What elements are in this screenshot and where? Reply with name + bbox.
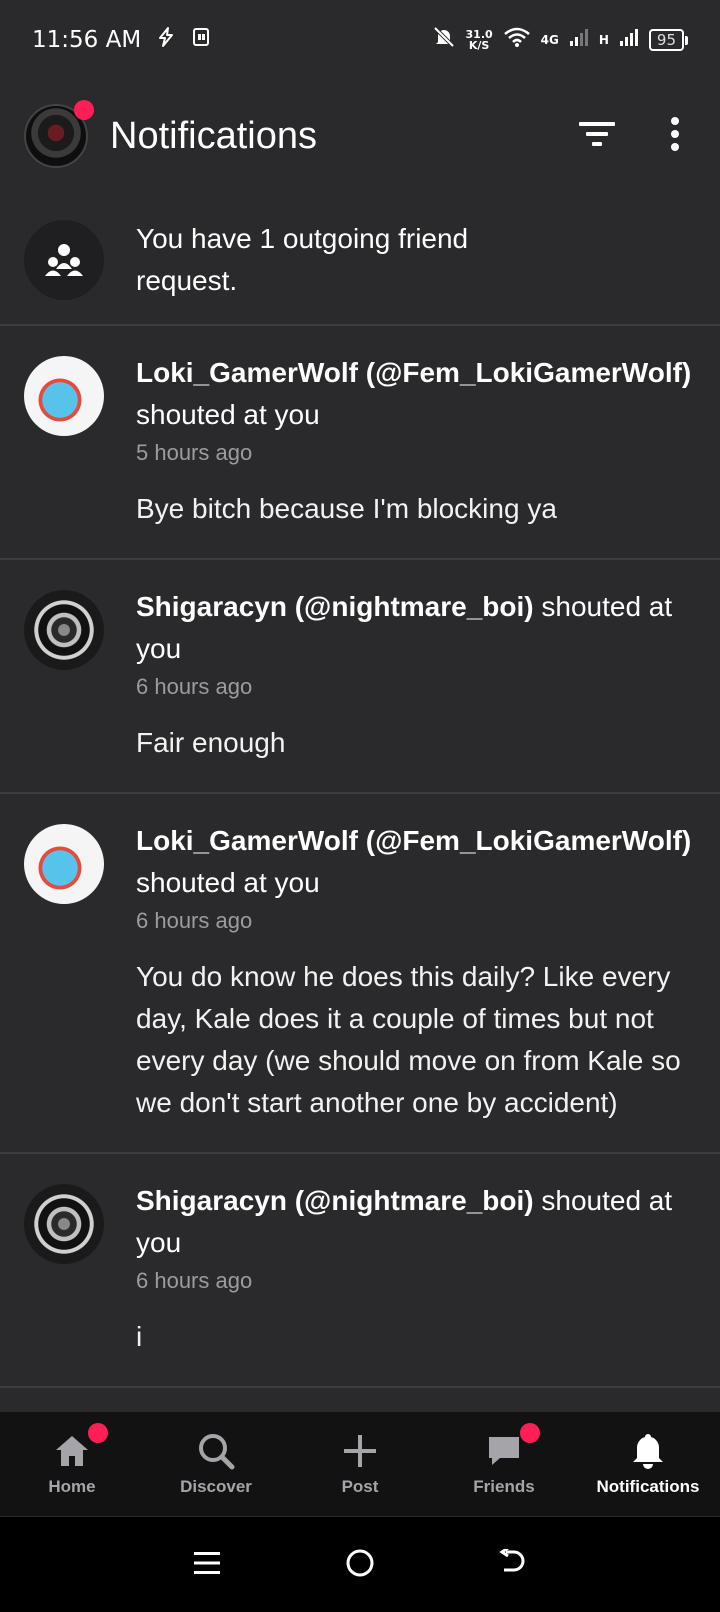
mute-bell-icon <box>432 25 456 55</box>
notification-time: 5 hours ago <box>136 440 253 465</box>
system-nav-bar <box>0 1516 720 1612</box>
home-notification-dot <box>88 1423 108 1443</box>
bottom-nav: Home Discover Post Friends Notifications <box>0 1412 720 1516</box>
notification-message: i <box>136 1321 143 1352</box>
net-speed-unit: K/S <box>468 39 490 52</box>
notification-item[interactable]: Loki_GamerWolf (@Fem_LokiGamerWolf) shou… <box>0 794 720 1154</box>
profile-notification-dot <box>74 100 94 120</box>
nav-home-label: Home <box>48 1477 96 1496</box>
back-icon[interactable] <box>498 1546 528 1581</box>
friends-notification-dot <box>520 1423 540 1443</box>
network-h-label: H <box>598 33 609 47</box>
wifi-icon <box>503 26 531 54</box>
notification-user[interactable]: Shigaracyn (@nightmare_boi) <box>136 1185 534 1216</box>
plus-icon <box>340 1431 380 1471</box>
notification-user[interactable]: Loki_GamerWolf (@Fem_LokiGamerWolf) <box>136 825 691 856</box>
notification-time: 6 hours ago <box>136 1268 253 1293</box>
signal-icon-1 <box>569 26 589 54</box>
avatar[interactable] <box>24 1184 104 1264</box>
nav-post[interactable]: Post <box>288 1412 432 1516</box>
net-speed: 31.0 K/S <box>466 29 493 51</box>
notification-user[interactable]: Loki_GamerWolf (@Fem_LokiGamerWolf) <box>136 357 691 388</box>
battery-level: 95 <box>648 29 684 51</box>
signal-icon-2 <box>619 26 639 54</box>
home-circle-icon[interactable] <box>345 1548 375 1582</box>
nav-home[interactable]: Home <box>0 1412 144 1516</box>
nav-notifications[interactable]: Notifications <box>576 1412 720 1516</box>
status-bar: 11:56 AM 31.0 K/S 4G H 95 <box>0 0 720 80</box>
profile-avatar-button[interactable] <box>24 100 94 168</box>
more-options-icon[interactable] <box>670 117 680 155</box>
battery-icon: 95 <box>648 29 688 51</box>
search-icon <box>196 1431 236 1471</box>
home-icon <box>52 1423 108 1471</box>
notifications-feed[interactable]: You have 1 outgoing friend request. Loki… <box>0 200 720 1412</box>
nav-discover[interactable]: Discover <box>144 1412 288 1516</box>
page-title: Notifications <box>110 114 317 157</box>
avatar[interactable] <box>24 590 104 670</box>
bell-icon <box>628 1431 668 1471</box>
network-4g-label: 4G <box>540 33 559 47</box>
nav-post-label: Post <box>341 1477 379 1496</box>
clock: 11:56 AM <box>32 27 142 53</box>
notification-message: You do know he does this daily? Like eve… <box>136 961 681 1118</box>
nav-friends[interactable]: Friends <box>432 1412 576 1516</box>
notification-action: shouted at you <box>136 399 320 430</box>
notification-item[interactable]: Shigaracyn (@nightmare_boi) shouted at y… <box>0 560 720 794</box>
sim-icon <box>191 26 211 54</box>
lightning-icon <box>155 26 177 54</box>
recent-apps-icon[interactable] <box>192 1549 222 1581</box>
notification-time: 6 hours ago <box>136 674 253 699</box>
app-header: Notifications <box>0 100 720 172</box>
notification-item[interactable]: Loki_GamerWolf (@Fem_LokiGamerWolf) shou… <box>0 326 720 560</box>
notification-action: shouted at you <box>136 867 320 898</box>
filter-icon[interactable] <box>578 119 616 153</box>
notification-item[interactable]: Shigaracyn (@nightmare_boi) shouted at y… <box>0 1154 720 1388</box>
nav-discover-label: Discover <box>180 1477 252 1496</box>
friend-request-row[interactable]: You have 1 outgoing friend request. <box>0 200 720 326</box>
chat-bubble-icon <box>484 1423 540 1471</box>
notification-time: 6 hours ago <box>136 908 253 933</box>
nav-notifications-label: Notifications <box>596 1477 700 1496</box>
friend-request-text: You have 1 outgoing friend request. <box>136 223 469 296</box>
notification-message: Fair enough <box>136 727 286 758</box>
friends-group-icon <box>24 220 104 300</box>
avatar[interactable] <box>24 824 104 904</box>
nav-friends-label: Friends <box>473 1477 535 1496</box>
avatar[interactable] <box>24 356 104 436</box>
notification-message: Bye bitch because I'm blocking ya <box>136 493 557 524</box>
notification-user[interactable]: Shigaracyn (@nightmare_boi) <box>136 591 534 622</box>
